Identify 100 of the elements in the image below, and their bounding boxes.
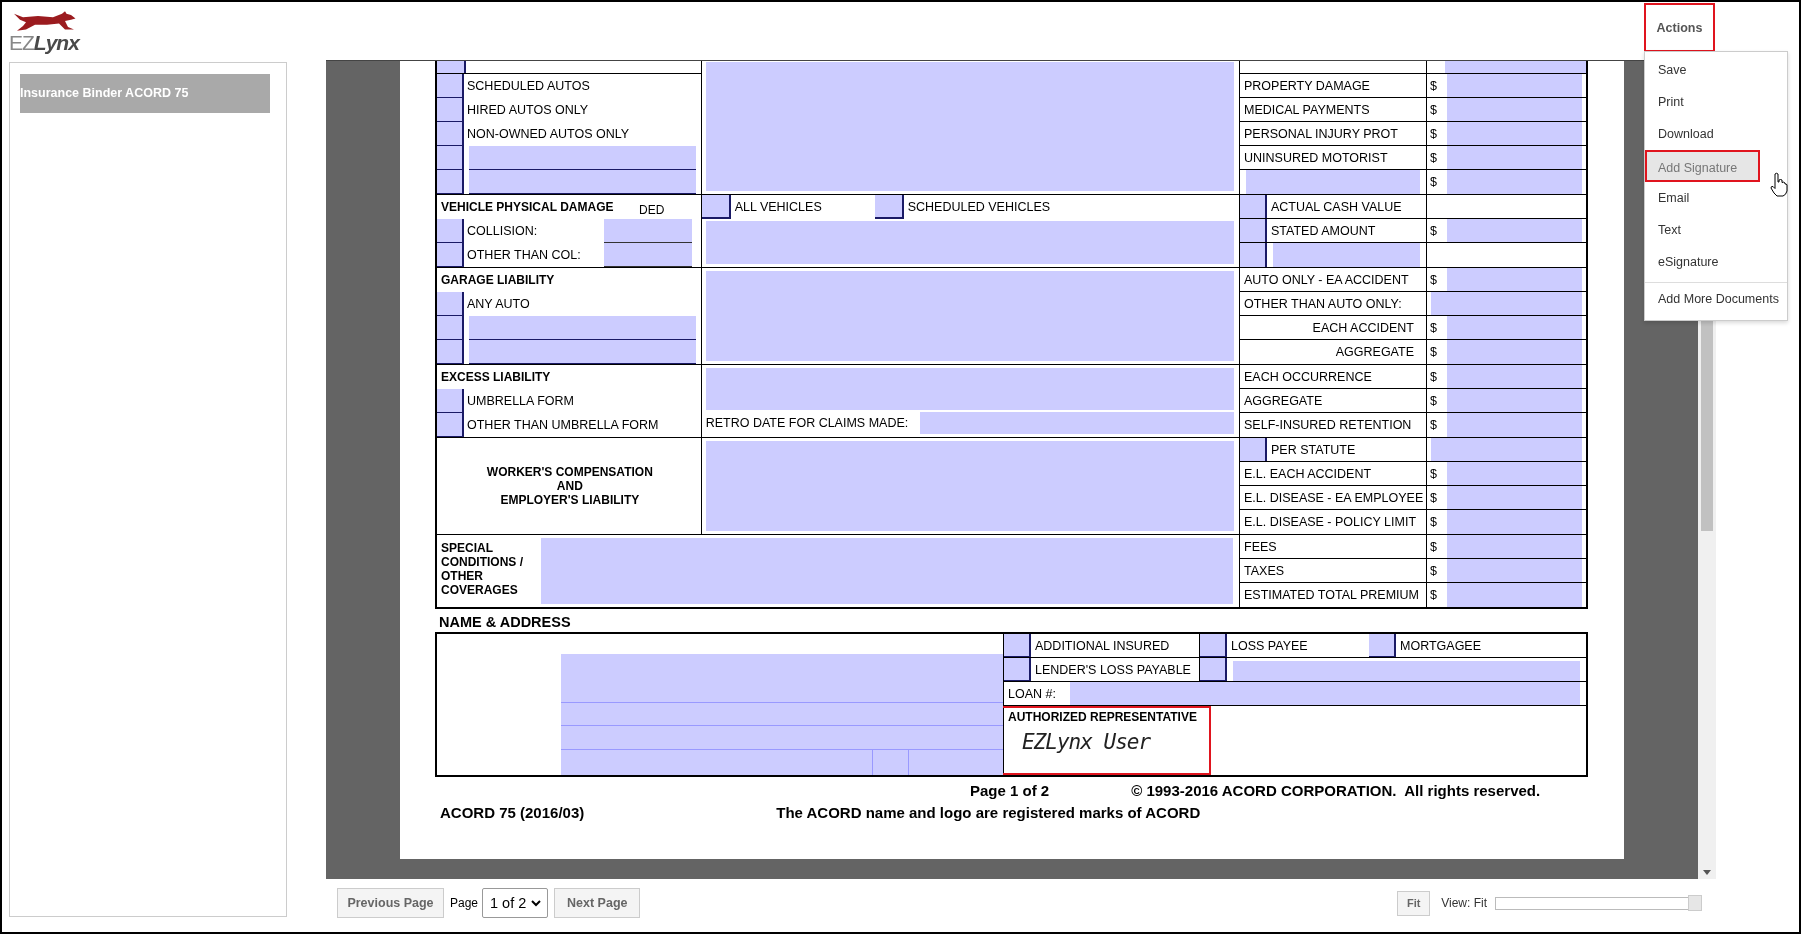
input-field[interactable] xyxy=(540,538,1233,604)
input-field[interactable] xyxy=(469,316,696,340)
input-field[interactable] xyxy=(1273,243,1420,267)
slider-handle[interactable] xyxy=(1688,894,1702,911)
amount-field[interactable] xyxy=(1447,170,1582,194)
option-label: SCHEDULED AUTOS xyxy=(466,78,590,95)
checkbox[interactable] xyxy=(437,74,464,98)
coverage-label: PER STATUTE xyxy=(1270,441,1356,459)
amount-field[interactable] xyxy=(1447,268,1582,291)
input-field[interactable] xyxy=(469,340,696,364)
input-field[interactable] xyxy=(705,62,1234,191)
checkbox[interactable] xyxy=(1240,219,1267,242)
option-label: SCHEDULED VEHICLES xyxy=(906,199,1051,216)
loan-field[interactable] xyxy=(1070,682,1580,705)
address-field[interactable] xyxy=(561,654,1003,775)
menu-item[interactable]: Text xyxy=(1645,214,1760,246)
checkbox[interactable] xyxy=(437,292,464,316)
menu-item[interactable]: eSignature xyxy=(1645,246,1760,278)
signature-area[interactable]: AUTHORIZED REPRESENTATIVE EZLynx User xyxy=(1001,706,1211,775)
currency-sign: $ xyxy=(1430,588,1437,602)
page-label: Page xyxy=(450,896,479,910)
menu-item[interactable]: Add Signature xyxy=(1645,150,1760,182)
input-field[interactable] xyxy=(705,441,1234,531)
currency-sign: $ xyxy=(1430,466,1437,481)
checkbox[interactable] xyxy=(1004,634,1031,657)
checkbox[interactable] xyxy=(1369,634,1396,657)
checkbox[interactable] xyxy=(437,219,464,243)
input-field[interactable] xyxy=(469,146,696,170)
option-label: COLLISION: xyxy=(466,223,538,240)
amount-field[interactable] xyxy=(1447,413,1582,437)
next-page-button[interactable]: Next Page xyxy=(554,888,641,918)
down-arrow-icon[interactable] xyxy=(1703,870,1711,875)
amount-field[interactable] xyxy=(1447,535,1582,558)
amount-field[interactable] xyxy=(1447,462,1582,485)
menu-item[interactable]: Email xyxy=(1645,182,1760,214)
amount-field[interactable] xyxy=(1447,510,1582,534)
input-field[interactable] xyxy=(705,368,1234,410)
input-field[interactable] xyxy=(1246,170,1420,194)
input-field[interactable] xyxy=(705,221,1234,264)
amount-field[interactable] xyxy=(1447,146,1582,169)
checkbox[interactable] xyxy=(437,243,464,267)
checkbox[interactable] xyxy=(437,122,464,146)
currency-sign: $ xyxy=(1430,418,1437,432)
amount-field[interactable] xyxy=(1447,583,1582,607)
page-select[interactable]: 1 of 2 xyxy=(482,888,549,918)
checkbox[interactable] xyxy=(1240,195,1267,218)
input-field[interactable] xyxy=(437,61,466,73)
amount-field[interactable] xyxy=(1447,219,1582,242)
caret-icon[interactable] xyxy=(531,899,542,907)
option-label: UMBRELLA FORM xyxy=(466,393,574,410)
amount-field[interactable] xyxy=(1447,389,1582,412)
menu-item[interactable]: Save xyxy=(1645,54,1760,86)
checkbox[interactable] xyxy=(701,195,731,219)
coverage-label: E.L. DISEASE - POLICY LIMIT xyxy=(1243,514,1417,531)
amount-field[interactable] xyxy=(1431,438,1582,461)
trademark-text: The ACORD name and logo are registered marks of ACORD xyxy=(776,803,1201,821)
form-id: ACORD 75 (2016/03) xyxy=(440,803,585,821)
previous-page-button[interactable]: Previous Page xyxy=(337,888,444,918)
field-label: RETRO DATE FOR CLAIMS MADE: xyxy=(704,416,910,430)
checkbox[interactable] xyxy=(437,389,464,413)
coverage-label: AUTO ONLY - EA ACCIDENT xyxy=(1243,271,1409,289)
checkbox[interactable] xyxy=(437,316,464,340)
column-label: DED xyxy=(639,203,665,217)
amount-field[interactable] xyxy=(1447,486,1582,509)
zoom-label: View: Fit xyxy=(1441,896,1487,910)
checkbox[interactable] xyxy=(1240,243,1267,267)
checkbox[interactable] xyxy=(1200,658,1227,681)
amount-field[interactable] xyxy=(1447,122,1582,145)
checkbox[interactable] xyxy=(874,195,904,219)
menu-item[interactable]: Download xyxy=(1645,118,1760,150)
checkbox[interactable] xyxy=(437,413,464,437)
input-field[interactable] xyxy=(1233,661,1580,681)
currency-sign: $ xyxy=(1430,393,1437,408)
deductible-field[interactable] xyxy=(604,243,692,267)
amount-field[interactable] xyxy=(1447,98,1582,121)
amount-field[interactable] xyxy=(1431,292,1582,315)
menu-item[interactable]: Print xyxy=(1645,86,1760,118)
input-field[interactable] xyxy=(705,271,1234,361)
input-field[interactable] xyxy=(469,170,696,194)
amount-field[interactable] xyxy=(1447,365,1582,388)
date-field[interactable] xyxy=(919,412,1234,434)
checkbox[interactable] xyxy=(1200,634,1227,657)
checkbox[interactable] xyxy=(437,340,464,364)
checkbox[interactable] xyxy=(437,98,464,122)
checkbox[interactable] xyxy=(1240,438,1267,461)
menu-item[interactable]: Add More Documents xyxy=(1645,282,1787,314)
zoom-slider[interactable] xyxy=(1495,896,1702,910)
checkbox[interactable] xyxy=(1004,658,1031,681)
checkbox[interactable] xyxy=(437,170,464,194)
deductible-field[interactable] xyxy=(604,219,692,243)
checkbox[interactable] xyxy=(437,146,464,170)
fit-button[interactable]: Fit xyxy=(1397,890,1431,916)
amount-field[interactable] xyxy=(1447,316,1582,339)
amount-field[interactable] xyxy=(1447,559,1582,582)
currency-sign: $ xyxy=(1430,78,1437,93)
actions-button[interactable]: Actions xyxy=(1644,3,1715,52)
amount-field[interactable] xyxy=(1447,340,1582,364)
coverage-label: OTHER THAN AUTO ONLY: xyxy=(1243,295,1402,313)
amount-field[interactable] xyxy=(1445,61,1586,73)
amount-field[interactable] xyxy=(1447,74,1582,97)
